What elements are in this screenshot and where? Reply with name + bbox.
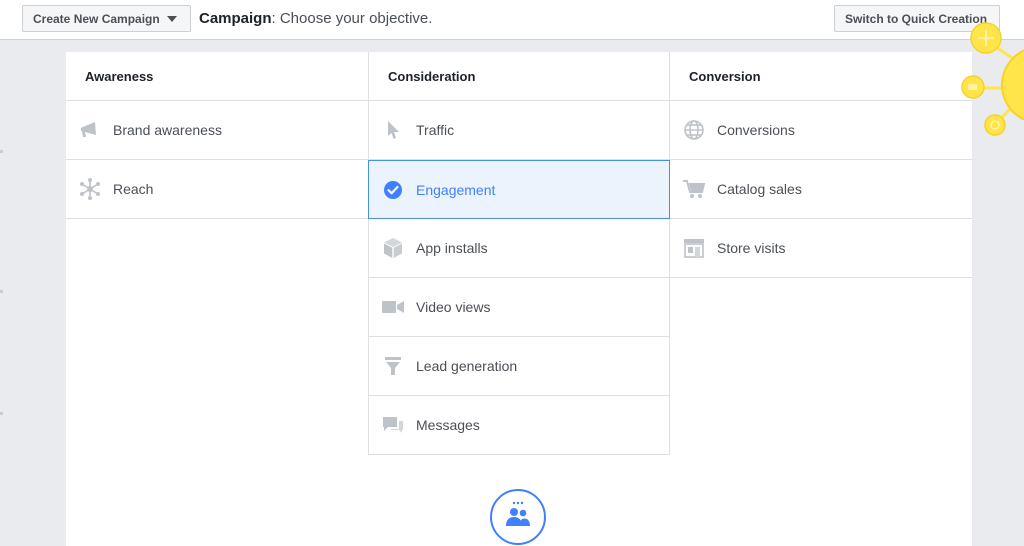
megaphone-icon [78, 118, 102, 142]
switch-to-quick-creation-button[interactable]: Switch to Quick Creation [834, 5, 1000, 32]
edge-mark [0, 412, 3, 415]
page-title-bold: Campaign [199, 10, 272, 27]
people-icon [503, 500, 533, 535]
create-new-campaign-label: Create New Campaign [33, 11, 160, 26]
awareness-column-header: Awareness [66, 52, 368, 101]
cursor-icon [381, 118, 405, 142]
top-bar: Create New Campaign Campaign: Choose you… [0, 0, 1024, 40]
objective-label: Traffic [416, 122, 455, 138]
consideration-column: Consideration Traffic Engagement App ins… [368, 52, 670, 455]
objective-label: Lead generation [416, 358, 518, 374]
audience-circle-button[interactable] [490, 489, 546, 545]
objective-brand-awareness[interactable]: Brand awareness [66, 101, 368, 160]
objective-label: Reach [113, 181, 154, 197]
objective-conversions[interactable]: Conversions [670, 101, 972, 160]
chat-bubbles-icon [381, 413, 405, 437]
page-title-rest: : Choose your objective. [271, 10, 433, 27]
objective-video-views[interactable]: Video views [368, 278, 670, 337]
caret-down-icon [166, 15, 177, 22]
objective-engagement[interactable]: Engagement [368, 160, 670, 219]
create-new-campaign-button[interactable]: Create New Campaign [22, 5, 191, 32]
objective-label: Video views [416, 299, 491, 315]
objective-reach[interactable]: Reach [66, 160, 368, 219]
objective-label: Messages [416, 417, 480, 433]
objective-label: Brand awareness [113, 122, 222, 138]
awareness-column: Awareness Brand awareness Reach [66, 52, 368, 219]
objective-label: App installs [416, 240, 488, 256]
globe-icon [682, 118, 706, 142]
page-title: Campaign: Choose your objective. [199, 10, 432, 27]
switch-to-quick-creation-label: Switch to Quick Creation [845, 11, 988, 26]
edge-mark [0, 290, 3, 293]
funnel-icon [381, 354, 405, 378]
conversion-column: Conversion Conversions Catalog sales Sto… [670, 52, 972, 278]
objective-label: Conversions [717, 122, 795, 138]
objective-app-installs[interactable]: App installs [368, 219, 670, 278]
objective-traffic[interactable]: Traffic [368, 101, 670, 160]
conversion-column-header: Conversion [670, 52, 972, 101]
shopping-cart-icon [682, 177, 706, 201]
reach-icon [78, 177, 102, 201]
objective-messages[interactable]: Messages [368, 396, 670, 455]
objectives-panel: Awareness Brand awareness Reach Consider… [66, 52, 972, 546]
objective-label: Store visits [717, 240, 786, 256]
objective-store-visits[interactable]: Store visits [670, 219, 972, 278]
objective-catalog-sales[interactable]: Catalog sales [670, 160, 972, 219]
video-camera-icon [381, 295, 405, 319]
check-circle-icon [381, 178, 405, 202]
objective-label: Engagement [416, 181, 496, 198]
consideration-column-header: Consideration [368, 52, 670, 101]
objective-label: Catalog sales [717, 181, 802, 197]
objective-lead-generation[interactable]: Lead generation [368, 337, 670, 396]
edge-mark [0, 150, 3, 153]
store-icon [682, 236, 706, 260]
box-icon [381, 236, 405, 260]
